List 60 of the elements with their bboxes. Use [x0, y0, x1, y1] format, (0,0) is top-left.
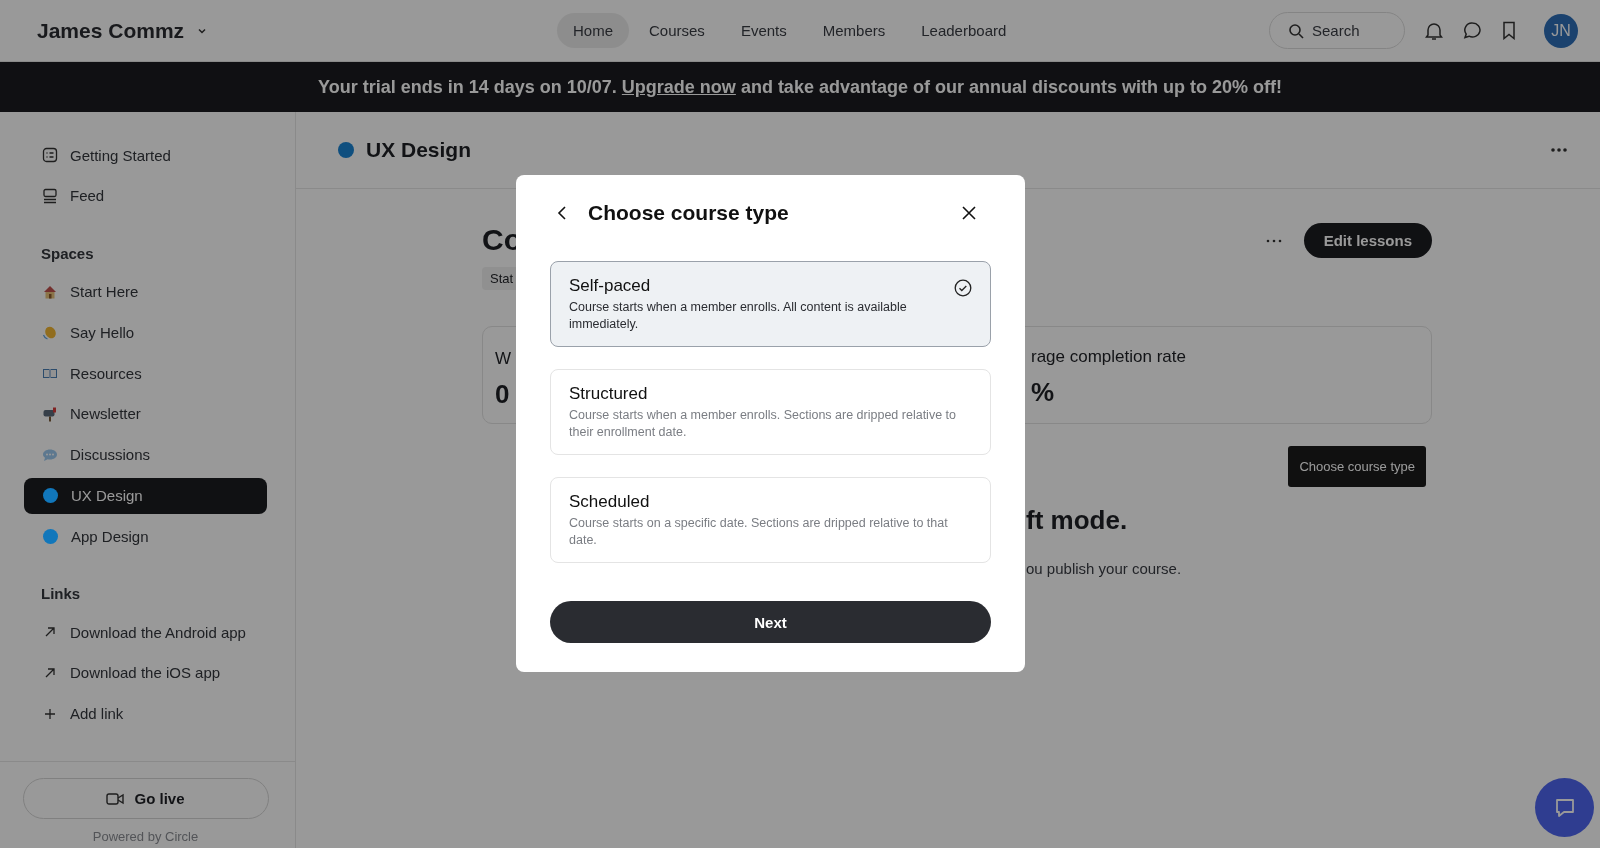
- sidebar-item[interactable]: App Design: [24, 518, 267, 555]
- course-type-option[interactable]: Structured Course starts when a member enrolls. Sections are dripped relative to their enrollment date.: [550, 369, 991, 455]
- space-title: UX Design: [366, 138, 472, 162]
- sidebar-item[interactable]: Getting Started: [24, 137, 267, 173]
- sidebar-item[interactable]: Resources: [24, 355, 267, 392]
- more-icon[interactable]: [1550, 147, 1568, 153]
- nav-tab[interactable]: Events: [724, 13, 803, 48]
- more-icon[interactable]: [1265, 238, 1282, 243]
- waving-hand-icon: [42, 324, 58, 341]
- draft-notice-title: ft mode.: [1026, 505, 1129, 536]
- sidebar-item[interactable]: Add link: [24, 695, 267, 732]
- community-name[interactable]: James Commz: [37, 18, 185, 43]
- go-live-button[interactable]: Go live: [22, 778, 269, 819]
- nav-tab[interactable]: Members: [806, 13, 902, 48]
- option-title: Structured: [569, 384, 649, 404]
- sidebar-item[interactable]: Feed: [24, 177, 267, 214]
- nav-tab[interactable]: Leaderboard: [905, 13, 1023, 48]
- draft-notice-text: ou publish your course.: [1026, 560, 1183, 577]
- stat-label: W: [495, 349, 512, 369]
- sidebar-item[interactable]: Download the Android app: [24, 614, 267, 651]
- option-description: Course starts when a member enrolls. Sections are dripped relative to their enrollment date.: [569, 407, 957, 441]
- sidebar-item[interactable]: Download the iOS app: [24, 654, 267, 691]
- option-title: Self-paced: [569, 276, 652, 296]
- sidebar-item[interactable]: Newsletter: [24, 396, 267, 432]
- video-camera-icon: [106, 791, 125, 806]
- space-dot: [338, 142, 354, 158]
- nav-tab[interactable]: Courses: [633, 13, 721, 48]
- sidebar-item[interactable]: Start Here: [24, 273, 267, 310]
- edit-lessons-button[interactable]: Edit lessons: [1303, 223, 1432, 258]
- option-title: Scheduled: [569, 492, 651, 512]
- section-heading: Links: [41, 585, 82, 603]
- nav-tab[interactable]: Home: [557, 13, 629, 48]
- house-icon: [42, 283, 58, 300]
- upgrade-link[interactable]: Upgrade now: [621, 76, 736, 97]
- user-avatar[interactable]: JN: [1544, 13, 1578, 48]
- bookmark-icon[interactable]: [1502, 21, 1516, 40]
- chat-bubble-icon[interactable]: [1463, 21, 1482, 40]
- course-type-option[interactable]: Scheduled Course starts on a specific date. Sections are dripped relative to that date.: [550, 477, 991, 563]
- option-description: Course starts on a specific date. Sections are dripped relative to that date.: [569, 515, 949, 549]
- close-icon[interactable]: [961, 205, 977, 221]
- bell-icon[interactable]: [1425, 20, 1443, 41]
- next-button[interactable]: Next: [550, 601, 991, 643]
- sidebar-item[interactable]: Discussions: [24, 436, 267, 473]
- stat-value: %: [1031, 377, 1056, 408]
- trial-message: Your trial ends in 14 days on 10/07. Upgrade now and take advantage of our annual discounts with up to 20% off!: [318, 76, 1282, 98]
- search-icon: [1288, 22, 1304, 39]
- dialog-title: Choose course type: [588, 201, 790, 225]
- check-circle-icon: [954, 279, 972, 297]
- feed-icon: [42, 187, 58, 204]
- tooltip: Choose course type: [1288, 446, 1426, 487]
- option-description: Course starts when a member enrolls. All content is available immediately.: [569, 299, 908, 333]
- checklist-icon: [42, 147, 58, 163]
- sidebar-item[interactable]: UX Design: [24, 477, 267, 514]
- stat-label: rage completion rate: [1031, 347, 1187, 367]
- mailbox-icon: [42, 406, 58, 422]
- sidebar-item[interactable]: Say Hello: [24, 314, 267, 351]
- powered-by-text: Powered by Circle: [92, 829, 199, 844]
- section-heading: Spaces: [41, 244, 95, 262]
- course-type-option[interactable]: Self-paced Course starts when a member enrolls. All content is available immediately.: [550, 261, 991, 347]
- stat-value: 0: [495, 379, 511, 410]
